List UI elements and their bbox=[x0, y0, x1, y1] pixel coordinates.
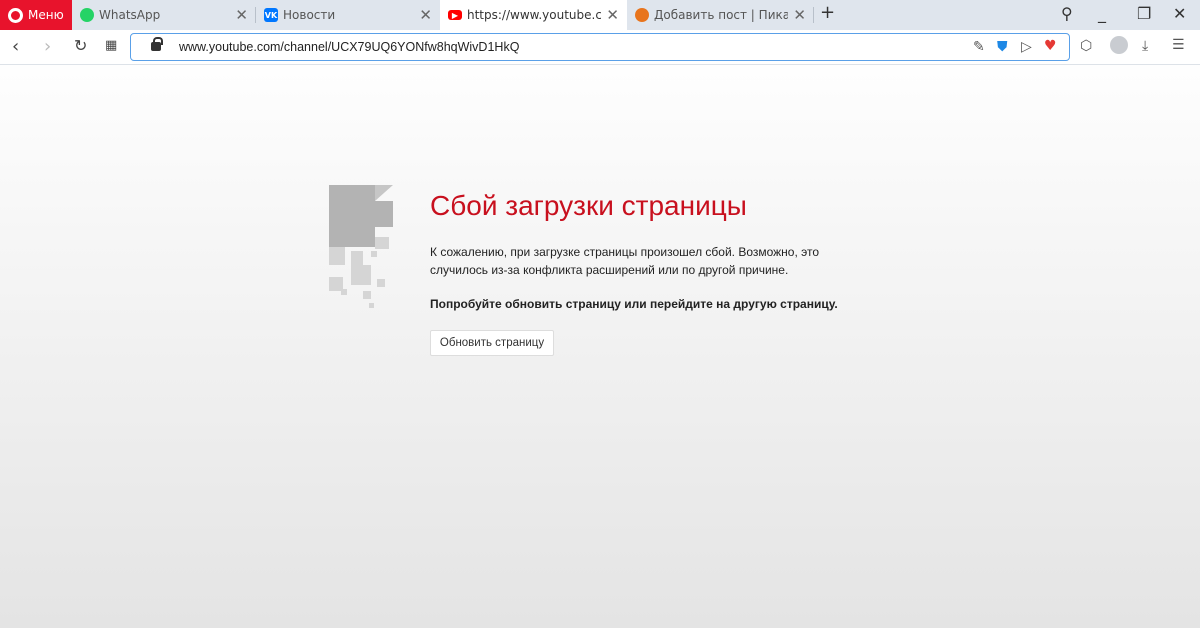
menu-button[interactable]: Меню bbox=[0, 0, 72, 30]
tab-pikabu[interactable]: Добавить пост | Пикабу✕ bbox=[627, 0, 814, 30]
tab-youtube[interactable]: ▶https://www.youtube.com/channel/UCX79UQ… bbox=[440, 0, 627, 30]
heart-icon[interactable]: ♥ bbox=[1044, 38, 1057, 54]
send-icon[interactable]: ▷ bbox=[1021, 39, 1032, 55]
close-window-button[interactable]: ✕ bbox=[1173, 4, 1186, 23]
vpn-shield-icon[interactable]: ⛊ bbox=[997, 39, 1008, 55]
pikabu-icon bbox=[635, 8, 649, 22]
download-icon[interactable]: ⤓ bbox=[1142, 38, 1148, 54]
forward-button[interactable]: › bbox=[44, 36, 51, 57]
search-icon[interactable]: ⚲ bbox=[1061, 4, 1073, 23]
error-hint: Попробуйте обновить страницу или перейди… bbox=[430, 297, 838, 311]
lock-icon bbox=[151, 37, 163, 51]
tab-whatsapp[interactable]: WhatsApp ✕ bbox=[72, 0, 256, 30]
address-toolbar: ‹ › ↻ ▦ www.youtube.com/channel/UCX79UQ6… bbox=[0, 30, 1200, 65]
minimize-button[interactable]: _ bbox=[1098, 4, 1106, 23]
back-button[interactable]: ‹ bbox=[12, 36, 19, 57]
close-icon[interactable]: ✕ bbox=[793, 6, 806, 24]
profile-avatar[interactable] bbox=[1110, 36, 1128, 54]
reload-page-button[interactable]: Обновить страницу bbox=[430, 330, 554, 356]
speed-dial-icon[interactable]: ▦ bbox=[105, 38, 117, 53]
opera-logo-icon bbox=[8, 7, 23, 23]
settings-sliders-icon[interactable]: ☰ bbox=[1172, 37, 1185, 53]
extensions-cube-icon[interactable]: ⬡ bbox=[1080, 38, 1092, 54]
page-content bbox=[0, 65, 1200, 628]
close-icon[interactable]: ✕ bbox=[419, 6, 432, 24]
vk-icon: VK bbox=[264, 8, 278, 22]
snapshot-icon[interactable]: ✎ bbox=[973, 39, 985, 55]
tab-bar: Меню WhatsApp ✕ VK Новости ✕ ▶ https://www.y… bbox=[0, 0, 1200, 30]
broken-page-icon bbox=[329, 185, 393, 309]
error-title: Сбой загрузки страницы bbox=[430, 190, 747, 221]
reload-button[interactable]: ↻ bbox=[74, 36, 87, 55]
close-icon[interactable]: ✕ bbox=[235, 6, 248, 24]
tab-vk[interactable]: VK Новости ✕ bbox=[256, 0, 440, 30]
address-bar[interactable]: www.youtube.com/channel/UCX79UQ6YONfw8hq… bbox=[130, 33, 1070, 61]
youtube-icon: ▶ bbox=[448, 10, 462, 20]
close-icon[interactable]: ✕ bbox=[606, 6, 619, 24]
whatsapp-icon bbox=[80, 8, 94, 22]
restore-button[interactable]: ❐ bbox=[1137, 4, 1151, 23]
error-description: К сожалению, при загрузке страницы произ… bbox=[430, 245, 820, 277]
new-tab-button[interactable]: + bbox=[820, 2, 835, 23]
